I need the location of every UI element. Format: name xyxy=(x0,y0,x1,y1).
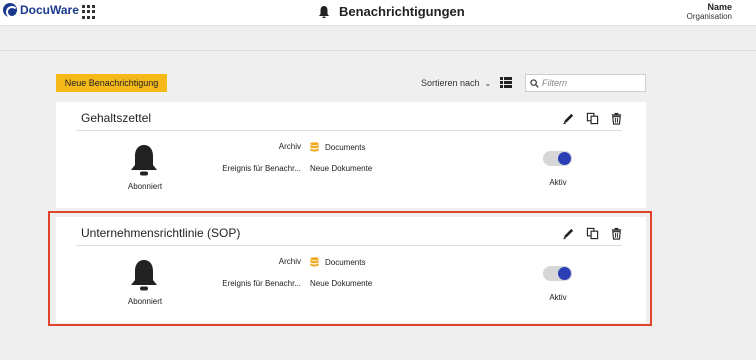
top-bar: DocuWare Benachrichtigungen Name Organis… xyxy=(0,0,756,26)
sort-label: Sortieren nach xyxy=(421,78,480,88)
trash-icon[interactable] xyxy=(610,112,623,125)
bell-icon xyxy=(319,5,329,18)
event-label: Ereignis für Benachr... xyxy=(222,279,301,288)
trash-icon[interactable] xyxy=(610,227,623,240)
archive-label: Archiv xyxy=(278,257,301,266)
docuware-logo-icon xyxy=(3,3,18,18)
event-label: Ereignis für Benachr... xyxy=(222,164,301,173)
copy-icon[interactable] xyxy=(586,227,599,240)
divider xyxy=(0,50,756,51)
user-name: Name xyxy=(707,2,732,12)
card-actions xyxy=(562,227,634,240)
subscription-status: Abonniert xyxy=(127,182,163,191)
edit-icon[interactable] xyxy=(562,112,575,125)
filter-box[interactable] xyxy=(525,74,646,92)
active-label: Aktiv xyxy=(549,178,567,187)
database-icon xyxy=(310,257,319,267)
page-header: Benachrichtigungen xyxy=(318,4,465,19)
sort-dropdown[interactable]: Sortieren nach ⌄ xyxy=(421,78,491,88)
subscription-status: Abonniert xyxy=(127,297,163,306)
list-view-icon[interactable] xyxy=(500,77,512,88)
archive-label: Archiv xyxy=(278,142,301,151)
bell-icon xyxy=(131,145,157,176)
copy-icon[interactable] xyxy=(586,112,599,125)
card-divider xyxy=(76,130,622,131)
archive-name: Documents xyxy=(325,142,366,152)
archive-name: Documents xyxy=(325,257,366,267)
database-icon xyxy=(310,142,319,152)
card-title: Gehaltszettel xyxy=(81,111,152,125)
user-organisation: Organisation xyxy=(686,12,732,21)
apps-grid-icon[interactable] xyxy=(82,5,96,19)
toggle-knob xyxy=(558,267,571,280)
search-icon xyxy=(530,78,539,88)
docuware-logo[interactable]: DocuWare xyxy=(3,3,79,18)
active-toggle[interactable] xyxy=(543,266,572,281)
chevron-down-icon: ⌄ xyxy=(484,78,492,88)
archive-value: Documents xyxy=(310,142,365,152)
event-value: Neue Dokumente xyxy=(310,164,373,173)
user-menu[interactable]: Name Organisation xyxy=(687,2,732,22)
active-label: Aktiv xyxy=(549,293,567,302)
filter-input[interactable] xyxy=(542,78,642,88)
logo-text: DocuWare xyxy=(20,3,79,17)
notification-card: Unternehmensrichtlinie (SOP) Abonniert A… xyxy=(56,217,646,323)
notification-card: Gehaltszettel Abonniert Archiv Documents… xyxy=(56,102,646,208)
page-title: Benachrichtigungen xyxy=(339,4,465,19)
card-divider xyxy=(76,245,622,246)
active-toggle[interactable] xyxy=(543,151,572,166)
toggle-knob xyxy=(558,152,571,165)
event-value: Neue Dokumente xyxy=(310,279,373,288)
archive-value: Documents xyxy=(310,257,365,267)
new-notification-button[interactable]: Neue Benachrichtigung xyxy=(56,74,167,92)
edit-icon[interactable] xyxy=(562,227,575,240)
card-actions xyxy=(562,112,634,125)
card-title: Unternehmensrichtlinie (SOP) xyxy=(81,226,241,240)
bell-icon xyxy=(131,260,157,291)
